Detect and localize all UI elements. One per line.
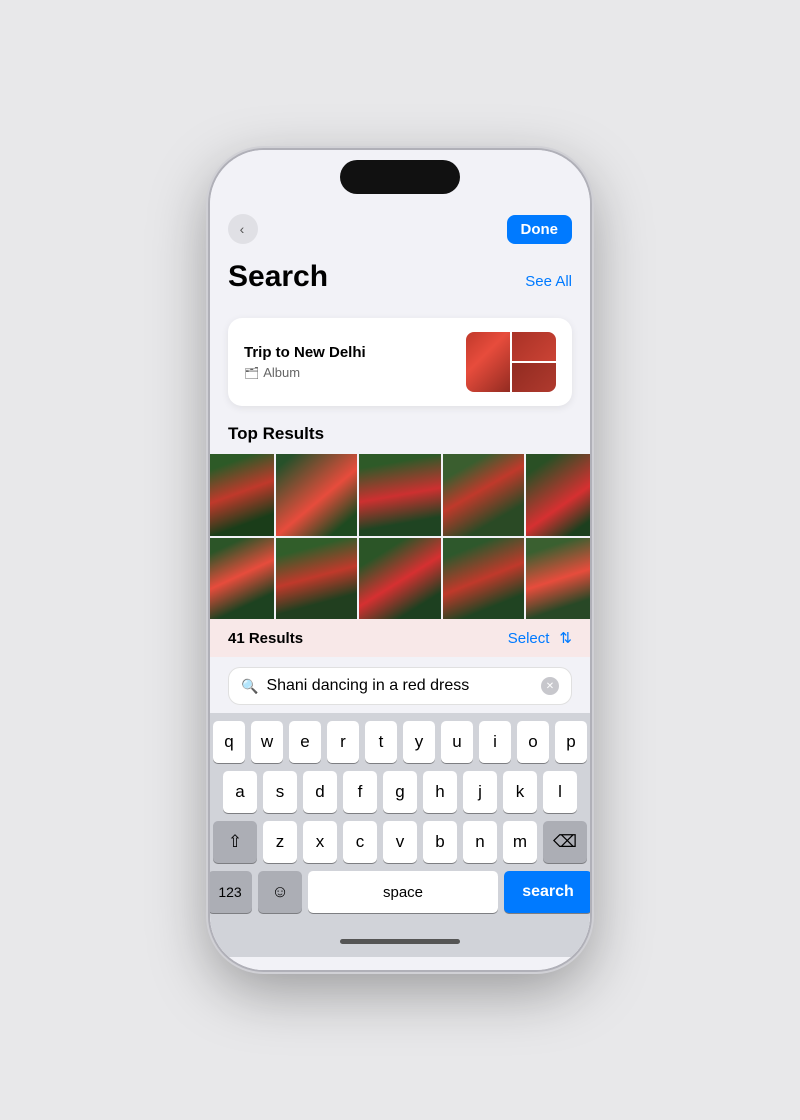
key-s[interactable]: s [263,771,297,813]
back-button[interactable]: ‹ [228,214,258,244]
key-c[interactable]: c [343,821,377,863]
key-n[interactable]: n [463,821,497,863]
back-chevron-icon: ‹ [240,221,245,237]
key-p[interactable]: p [555,721,587,763]
photo-cell-6[interactable] [210,538,274,620]
key-r[interactable]: r [327,721,359,763]
dynamic-island [340,160,460,194]
keyboard-row-4: 123 ☺ space search [213,871,587,913]
done-button[interactable]: Done [507,215,573,244]
keyboard-row-1: q w e r t y u i o p [213,721,587,763]
key-e[interactable]: e [289,721,321,763]
key-y[interactable]: y [403,721,435,763]
album-type: 🗂 Album [244,365,366,380]
see-all-link[interactable]: See All [525,273,572,290]
key-f[interactable]: f [343,771,377,813]
key-g[interactable]: g [383,771,417,813]
key-l[interactable]: l [543,771,577,813]
photo-cell-5[interactable] [526,454,590,536]
key-h[interactable]: h [423,771,457,813]
title-row: Search See All [228,254,572,308]
nav-bar: ‹ Done [210,204,590,254]
phone-screen: ‹ Done Search See All Trip to New Delhi … [210,150,590,970]
top-results-header: Top Results [228,424,572,444]
photo-cell-2[interactable] [276,454,358,536]
album-photo-main [466,332,510,392]
page-title: Search [228,260,328,294]
photo-cell-1[interactable] [210,454,274,536]
key-u[interactable]: u [441,721,473,763]
album-info: Trip to New Delhi 🗂 Album [244,344,366,380]
key-search[interactable]: search [504,871,590,913]
key-q[interactable]: q [213,721,245,763]
photo-cell-3[interactable] [359,454,441,536]
key-b[interactable]: b [423,821,457,863]
search-text-field[interactable]: Shani dancing in a red dress [266,677,533,695]
sort-icon[interactable]: ⇅ [559,629,572,647]
key-x[interactable]: x [303,821,337,863]
results-actions: Select ⇅ [508,629,572,647]
key-w[interactable]: w [251,721,283,763]
album-photo-2 [512,332,556,361]
keyboard-row-3: ⇧ z x c v b n m ⌫ [213,821,587,863]
key-delete[interactable]: ⌫ [543,821,587,863]
search-magnifier-icon: 🔍 [241,678,258,695]
key-j[interactable]: j [463,771,497,813]
album-icon: 🗂 [244,366,259,380]
album-photos [466,332,556,392]
key-t[interactable]: t [365,721,397,763]
key-123[interactable]: 123 [210,871,252,913]
photo-cell-10[interactable] [526,538,590,620]
status-bar [210,150,590,204]
home-indicator [340,939,460,944]
key-v[interactable]: v [383,821,417,863]
photo-cell-4[interactable] [443,454,525,536]
key-o[interactable]: o [517,721,549,763]
album-title: Trip to New Delhi [244,344,366,361]
key-emoji[interactable]: ☺ [258,871,302,913]
key-k[interactable]: k [503,771,537,813]
photo-cell-9[interactable] [443,538,525,620]
album-photo-3 [512,363,556,392]
album-card[interactable]: Trip to New Delhi 🗂 Album [228,318,572,406]
search-input-wrapper: 🔍 Shani dancing in a red dress ✕ [228,667,572,705]
bottom-bar [210,925,590,957]
photo-cell-8[interactable] [359,538,441,620]
key-shift[interactable]: ⇧ [213,821,257,863]
results-count: 41 Results [228,630,303,647]
results-bar: 41 Results Select ⇅ [210,619,590,657]
keyboard: q w e r t y u i o p a s d f g [210,713,590,925]
content-area: Search See All Trip to New Delhi 🗂 Album [210,254,590,970]
key-d[interactable]: d [303,771,337,813]
key-i[interactable]: i [479,721,511,763]
content-scroll: Search See All Trip to New Delhi 🗂 Album [210,254,590,454]
key-z[interactable]: z [263,821,297,863]
clear-button[interactable]: ✕ [541,677,559,695]
key-a[interactable]: a [223,771,257,813]
photo-grid [210,454,590,619]
photo-cell-7[interactable] [276,538,358,620]
keyboard-row-2: a s d f g h j k l [213,771,587,813]
key-m[interactable]: m [503,821,537,863]
select-button[interactable]: Select [508,630,550,647]
key-space[interactable]: space [308,871,498,913]
phone-frame: ‹ Done Search See All Trip to New Delhi … [210,150,590,970]
